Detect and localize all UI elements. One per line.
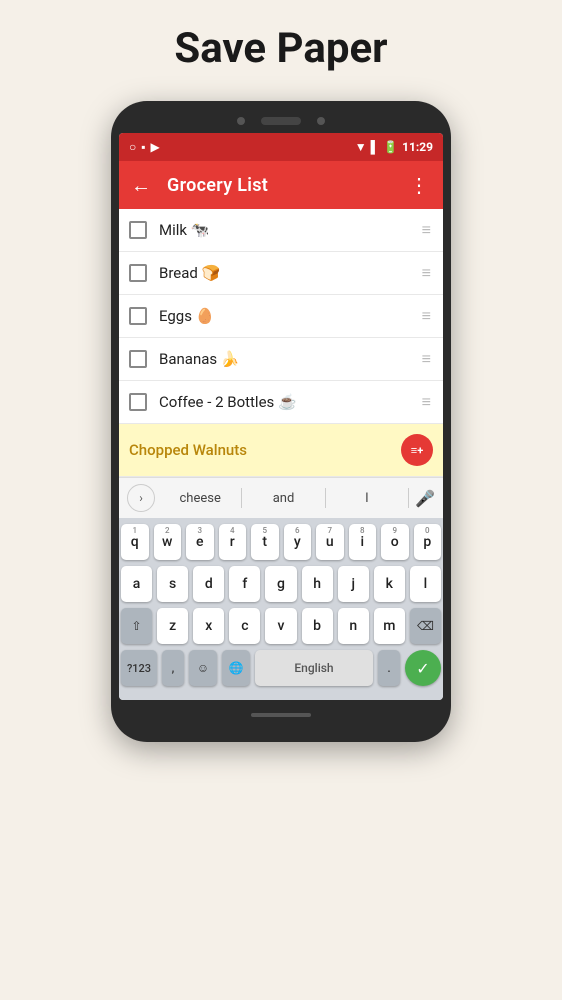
checkbox-milk[interactable]	[129, 221, 147, 239]
backspace-key[interactable]: ⌫	[410, 608, 441, 644]
key-i[interactable]: 8i	[349, 524, 377, 560]
key-d[interactable]: d	[193, 566, 224, 602]
phone-screen: ○ ▪ ▶ ▼ ▌ 🔋 11:29 ← Grocery List ⋮ Milk …	[119, 133, 443, 700]
list-item: Coffee - 2 Bottles ☕ ≡	[119, 381, 443, 424]
keyboard-row-3: ⇧ z x c v b n m ⌫	[121, 608, 441, 644]
keyboard-row-1: 1q 2w 3e 4r 5t 6y 7u 8i 9o 0p	[121, 524, 441, 560]
chevron-right-icon: ›	[139, 491, 143, 505]
period-key[interactable]: .	[378, 650, 400, 686]
key-a[interactable]: a	[121, 566, 152, 602]
circle-status-icon: ○	[129, 140, 136, 154]
drag-handle-bananas[interactable]: ≡	[422, 351, 431, 367]
key-f[interactable]: f	[229, 566, 260, 602]
numbers-key[interactable]: ?123	[121, 650, 157, 686]
shift-key[interactable]: ⇧	[121, 608, 152, 644]
key-l[interactable]: l	[410, 566, 441, 602]
status-left-icons: ○ ▪ ▶	[129, 140, 160, 154]
suggestion-word-2[interactable]: and	[244, 487, 322, 510]
space-key[interactable]: English	[255, 650, 373, 686]
checkbox-bananas[interactable]	[129, 350, 147, 368]
mic-button[interactable]: 🎤	[415, 489, 435, 508]
globe-key[interactable]: 🌐	[222, 650, 250, 686]
keyboard-row-4: ?123 , ☺ 🌐 English . ✓	[121, 650, 441, 686]
suggestion-divider-1	[241, 488, 242, 508]
keyboard-row-2: a s d f g h j k l	[121, 566, 441, 602]
time-display: 11:29	[402, 140, 433, 154]
signal-status-icon: ▌	[371, 140, 380, 154]
back-button[interactable]: ←	[131, 173, 151, 198]
list-item: Bread 🍞 ≡	[119, 252, 443, 295]
key-e[interactable]: 3e	[186, 524, 214, 560]
checkbox-bread[interactable]	[129, 264, 147, 282]
suggestions-bar: › cheese and I 🎤	[119, 477, 443, 518]
item-text-coffee: Coffee - 2 Bottles ☕	[159, 393, 422, 411]
page-title: Save Paper	[174, 24, 387, 73]
key-b[interactable]: b	[302, 608, 333, 644]
key-v[interactable]: v	[265, 608, 296, 644]
key-t[interactable]: 5t	[251, 524, 279, 560]
phone-bottom-bar	[119, 708, 443, 722]
key-r[interactable]: 4r	[219, 524, 247, 560]
status-right-icons: ▼ ▌ 🔋 11:29	[355, 140, 433, 154]
sim-status-icon: ▪	[141, 140, 145, 154]
key-o[interactable]: 9o	[381, 524, 409, 560]
add-item-button[interactable]: ≡+	[401, 434, 433, 466]
key-m[interactable]: m	[374, 608, 405, 644]
keyboard: 1q 2w 3e 4r 5t 6y 7u 8i 9o 0p a s d f g …	[119, 518, 443, 700]
app-bar-title: Grocery List	[167, 175, 409, 196]
list-item: Milk 🐄 ≡	[119, 209, 443, 252]
emoji-key[interactable]: ☺	[189, 650, 217, 686]
grocery-list: Milk 🐄 ≡ Bread 🍞 ≡ Eggs 🥚 ≡ Bananas 🍌 ≡	[119, 209, 443, 477]
key-k[interactable]: k	[374, 566, 405, 602]
active-input-row[interactable]: Chopped Walnuts ≡+	[119, 424, 443, 477]
wifi-status-icon: ▼	[355, 140, 367, 154]
key-w[interactable]: 2w	[154, 524, 182, 560]
suggestion-divider-2	[325, 488, 326, 508]
key-j[interactable]: j	[338, 566, 369, 602]
play-status-icon: ▶	[151, 140, 160, 154]
item-text-bread: Bread 🍞	[159, 264, 422, 282]
key-p[interactable]: 0p	[414, 524, 442, 560]
item-text-milk: Milk 🐄	[159, 221, 422, 239]
list-item: Eggs 🥚 ≡	[119, 295, 443, 338]
key-n[interactable]: n	[338, 608, 369, 644]
drag-handle-bread[interactable]: ≡	[422, 265, 431, 281]
key-g[interactable]: g	[265, 566, 296, 602]
phone-top-bar	[119, 117, 443, 125]
list-item: Bananas 🍌 ≡	[119, 338, 443, 381]
speaker	[261, 117, 301, 125]
key-q[interactable]: 1q	[121, 524, 149, 560]
sensor-dot	[317, 117, 325, 125]
checkbox-eggs[interactable]	[129, 307, 147, 325]
camera-dot	[237, 117, 245, 125]
drag-handle-eggs[interactable]: ≡	[422, 308, 431, 324]
key-x[interactable]: x	[193, 608, 224, 644]
key-c[interactable]: c	[229, 608, 260, 644]
drag-handle-milk[interactable]: ≡	[422, 222, 431, 238]
item-text-eggs: Eggs 🥚	[159, 307, 422, 325]
key-s[interactable]: s	[157, 566, 188, 602]
suggestion-word-3[interactable]: I	[328, 487, 406, 510]
key-u[interactable]: 7u	[316, 524, 344, 560]
add-icon: ≡+	[411, 444, 423, 457]
checkbox-coffee[interactable]	[129, 393, 147, 411]
suggestion-divider-3	[408, 488, 409, 508]
home-indicator	[251, 713, 311, 717]
key-h[interactable]: h	[302, 566, 333, 602]
active-input-text: Chopped Walnuts	[129, 441, 401, 459]
drag-handle-coffee[interactable]: ≡	[422, 394, 431, 410]
phone-shell: ○ ▪ ▶ ▼ ▌ 🔋 11:29 ← Grocery List ⋮ Milk …	[111, 101, 451, 742]
suggestion-word-1[interactable]: cheese	[161, 487, 239, 510]
status-bar: ○ ▪ ▶ ▼ ▌ 🔋 11:29	[119, 133, 443, 161]
key-y[interactable]: 6y	[284, 524, 312, 560]
battery-status-icon: 🔋	[383, 140, 398, 154]
item-text-bananas: Bananas 🍌	[159, 350, 422, 368]
suggestions-expand-button[interactable]: ›	[127, 484, 155, 512]
menu-button[interactable]: ⋮	[409, 173, 431, 197]
enter-key[interactable]: ✓	[405, 650, 441, 686]
app-bar: ← Grocery List ⋮	[119, 161, 443, 209]
key-z[interactable]: z	[157, 608, 188, 644]
comma-key[interactable]: ,	[162, 650, 184, 686]
